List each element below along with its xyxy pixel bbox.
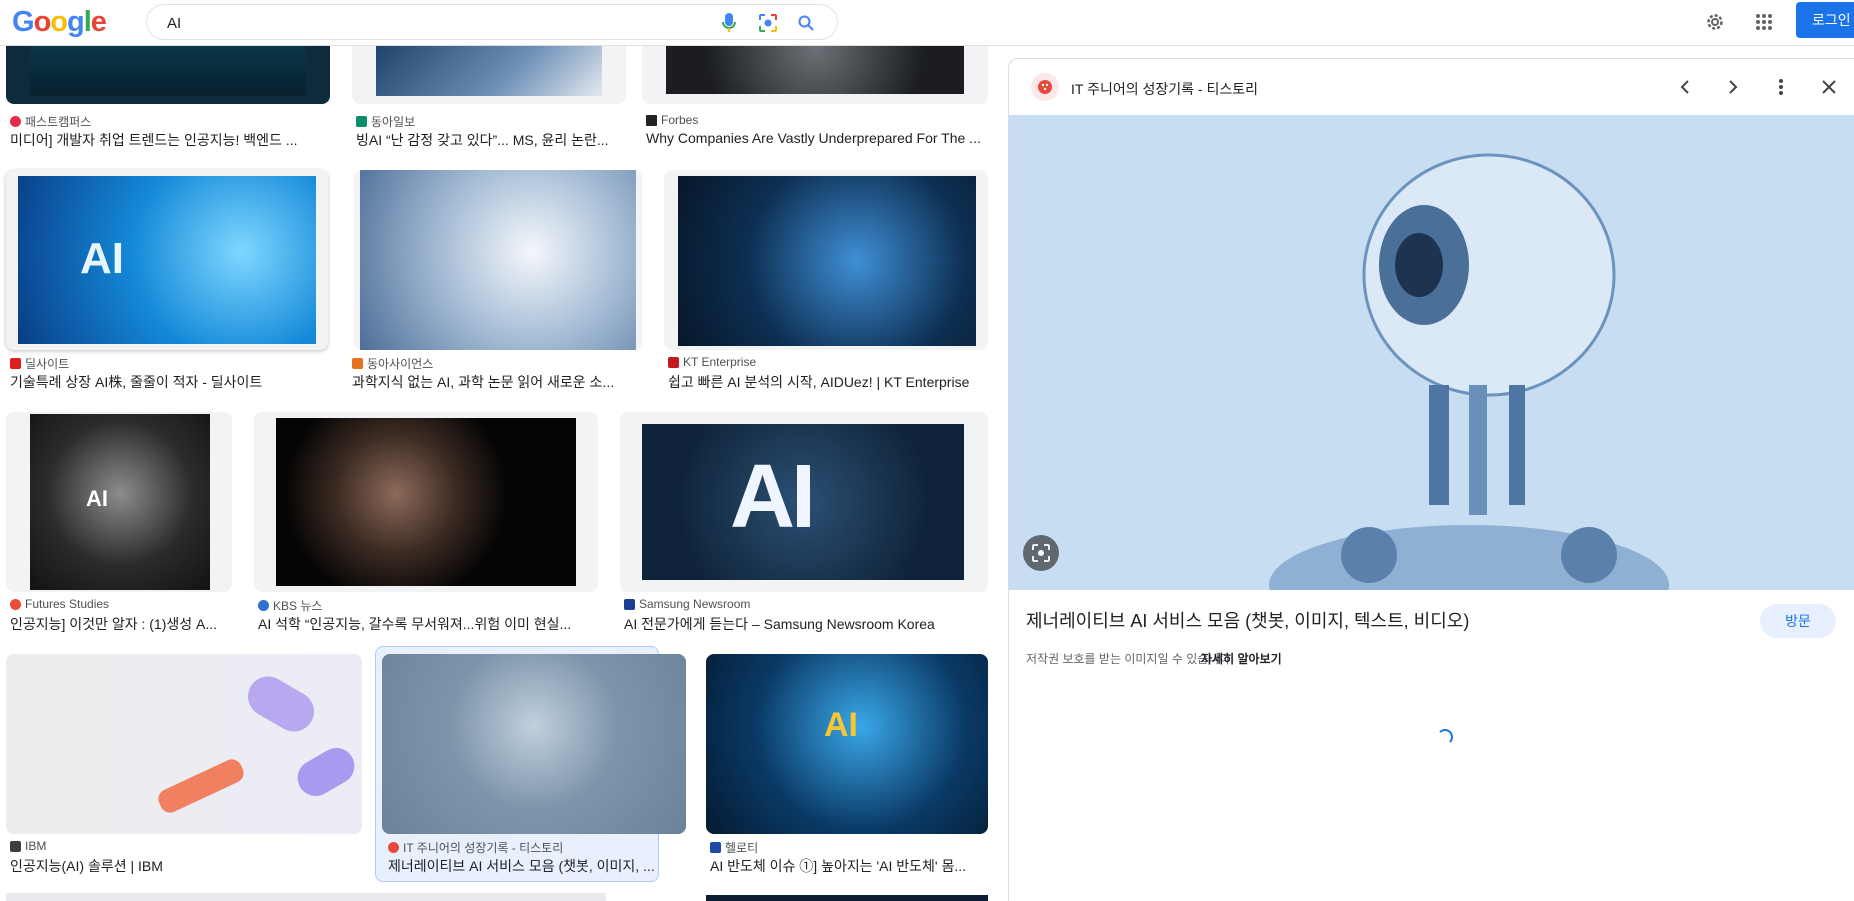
camera-lens-icon[interactable] — [757, 12, 779, 34]
source-label: IT 주니어의 성장기록 - 티스토리 — [403, 841, 564, 855]
gear-icon[interactable] — [1701, 8, 1729, 36]
panel-title[interactable]: 제너레이티브 AI 서비스 모음 (챗봇, 이미지, 텍스트, 비디오) — [1026, 607, 1469, 633]
robot-illustration — [1009, 115, 1854, 590]
result-title[interactable]: AI 석학 “인공지능, 갈수록 무서워져...위험 이미 현실... — [258, 614, 596, 634]
result-source: IBM — [10, 839, 46, 853]
search-icon[interactable] — [795, 12, 817, 34]
image-caption: AI — [80, 234, 124, 283]
apps-grid-icon[interactable] — [1750, 8, 1778, 36]
source-label: 동아사이언스 — [367, 357, 434, 371]
result-image[interactable] — [6, 46, 330, 104]
logo-letter: g — [67, 6, 85, 38]
microphone-icon[interactable] — [718, 12, 740, 34]
learn-more-link[interactable]: 자세히 알아보기 — [1201, 650, 1282, 667]
more-options-icon[interactable] — [1767, 73, 1795, 101]
result-title[interactable]: 미디어] 개발자 취업 트렌드는 인공지능! 백엔드 ... — [10, 130, 328, 150]
result-title[interactable]: 과학지식 없는 AI, 과학 논문 읽어 새로운 소... — [352, 372, 638, 392]
result-source: KBS 뉴스 — [258, 597, 322, 614]
favicon-icon — [10, 598, 21, 610]
result-image[interactable] — [6, 654, 362, 834]
result-title[interactable]: AI 반도체 이슈 ①] 높아지는 'AI 반도체' 몸... — [710, 856, 988, 876]
source-label: 딜사이트 — [25, 357, 70, 371]
result-image[interactable] — [664, 170, 988, 350]
search-box — [146, 4, 838, 40]
result-title[interactable]: 인공지능(AI) 솔루션 | IBM — [10, 856, 360, 876]
result-source: KT Enterprise — [668, 355, 756, 369]
result-image[interactable]: AI — [6, 412, 232, 592]
result-source: Futures Studies — [10, 597, 109, 611]
favicon-icon — [10, 116, 21, 127]
result-title[interactable]: 빙AI “난 감정 갖고 있다”... MS, 윤리 논란... — [356, 130, 624, 150]
result-title[interactable]: 제너레이티브 AI 서비스 모음 (챗봇, 이미지, ... — [388, 856, 668, 876]
result-source: 패스트캠퍼스 — [10, 113, 91, 130]
result-image[interactable]: AI — [620, 412, 988, 592]
result-image[interactable] — [354, 170, 642, 350]
favicon-icon — [10, 358, 21, 369]
source-label: KBS 뉴스 — [273, 599, 323, 613]
result-title[interactable]: 기술특례 상장 AI株, 줄줄이 적자 - 딜사이트 — [10, 372, 328, 392]
search-input[interactable] — [167, 13, 687, 33]
logo-letter: l — [83, 6, 92, 38]
google-logo[interactable]: Google — [12, 6, 107, 39]
login-button[interactable]: 로그인 — [1796, 2, 1854, 38]
result-image[interactable] — [352, 46, 626, 104]
result-title[interactable]: Why Companies Are Vastly Underprepared F… — [646, 130, 986, 146]
image-caption: AI — [824, 706, 858, 744]
favicon-icon — [352, 358, 363, 369]
favicon-icon — [646, 114, 657, 126]
next-row-peek — [706, 895, 988, 901]
result-source: 헬로티 — [710, 839, 758, 856]
favicon-icon — [10, 840, 21, 852]
source-label: Forbes — [661, 113, 699, 127]
result-title[interactable]: AI 전문가에게 듣는다 – Samsung Newsroom Korea — [624, 614, 988, 634]
image-results-grid: 패스트캠퍼스 미디어] 개발자 취업 트렌드는 인공지능! 백엔드 ... 동아… — [0, 46, 1000, 901]
result-image[interactable] — [382, 654, 686, 834]
favicon-icon — [710, 842, 721, 853]
image-preview-panel: IT 주니어의 성장기록 - 티스토리 제너레이티브 AI 서비스 모음 (챗봇… — [1008, 58, 1854, 901]
source-label: Samsung Newsroom — [639, 597, 751, 611]
top-bar: Google 로그인 — [0, 0, 1854, 46]
source-label: Futures Studies — [25, 597, 110, 611]
result-source: 딜사이트 — [10, 355, 69, 372]
image-caption: AI — [86, 486, 108, 511]
lens-search-button[interactable] — [1023, 535, 1059, 571]
favicon-icon — [624, 598, 635, 610]
panel-site-name[interactable]: IT 주니어의 성장기록 - 티스토리 — [1071, 79, 1258, 99]
result-title[interactable]: 쉽고 빠른 AI 분석의 시작, AIDUez! | KT Enterprise — [668, 372, 988, 392]
source-label: 동아일보 — [371, 115, 416, 129]
favicon-icon — [668, 356, 679, 368]
preview-image[interactable] — [1009, 115, 1854, 590]
result-source: Samsung Newsroom — [624, 597, 750, 611]
result-source: Forbes — [646, 113, 698, 127]
result-title[interactable]: 인공지능] 이것만 알자 : (1)생성 A... — [10, 614, 232, 634]
source-label: KT Enterprise — [683, 355, 757, 369]
result-source: IT 주니어의 성장기록 - 티스토리 — [388, 839, 563, 856]
favicon-icon — [356, 116, 367, 127]
next-row-peek — [6, 893, 606, 901]
source-label: 패스트캠퍼스 — [25, 115, 92, 129]
source-label: 헬로티 — [725, 841, 759, 855]
result-image[interactable]: AI — [6, 170, 328, 350]
source-label: IBM — [25, 839, 47, 853]
logo-letter: o — [50, 6, 68, 38]
result-source: 동아사이언스 — [352, 355, 433, 372]
favicon-icon — [388, 842, 399, 853]
site-favicon-icon — [1031, 73, 1059, 101]
logo-letter: G — [12, 6, 35, 38]
logo-letter: o — [33, 6, 52, 38]
logo-letter: e — [90, 6, 107, 38]
visit-button[interactable]: 방문 — [1760, 604, 1836, 638]
result-image[interactable]: AI — [706, 654, 988, 834]
image-caption: AI — [730, 447, 816, 547]
loading-spinner-icon — [1437, 729, 1453, 745]
result-image[interactable] — [642, 46, 988, 104]
chevron-right-icon[interactable] — [1719, 73, 1747, 101]
chevron-left-icon[interactable] — [1671, 73, 1699, 101]
favicon-icon — [258, 600, 269, 611]
result-source: 동아일보 — [356, 113, 415, 130]
result-image[interactable] — [254, 412, 598, 592]
close-icon[interactable] — [1815, 73, 1843, 101]
